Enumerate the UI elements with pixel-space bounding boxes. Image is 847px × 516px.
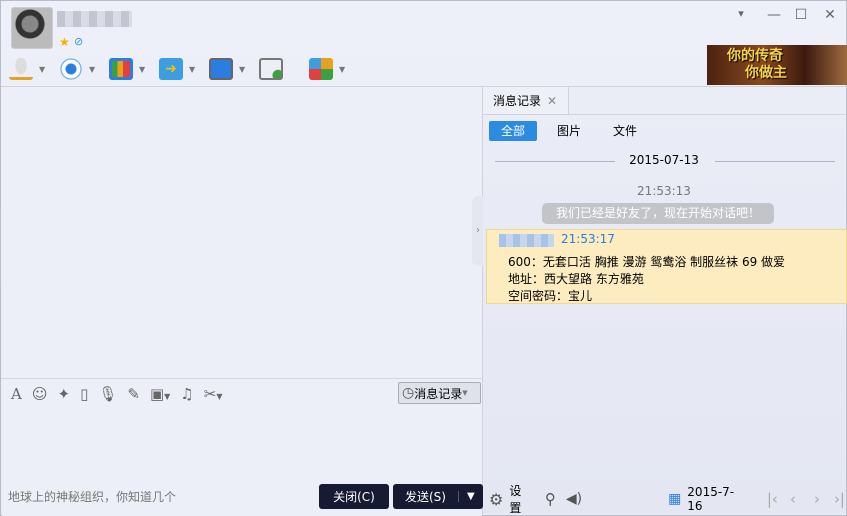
filter-files[interactable]: 文件: [601, 121, 649, 141]
history-label: 消息记录: [414, 386, 463, 401]
close-tab-icon[interactable]: ✕: [547, 94, 557, 108]
chat-window: ★ ⊘ ▾ — ☐ ✕ ▼ ▼ ▼ ➜ ▼ ▼ ▼ 你的传奇 你做主 › A ☺ ✦…: [0, 0, 847, 516]
chevron-down-icon: ▼: [39, 64, 46, 74]
chevron-down-icon: ▼: [189, 64, 196, 74]
next-page-icon[interactable]: ›: [814, 490, 820, 508]
settings-label[interactable]: 设置: [509, 482, 530, 516]
search-icon[interactable]: ⚲: [545, 490, 556, 508]
calendar-icon[interactable]: ▦: [668, 491, 681, 507]
filter-images[interactable]: 图片: [545, 121, 593, 141]
speaker-icon[interactable]: ◀): [566, 491, 582, 507]
font-icon[interactable]: A: [11, 385, 22, 403]
magic-wand-icon[interactable]: ✦: [57, 385, 70, 403]
system-message: 我们已经是好友了，现在开始对话吧！: [542, 203, 774, 224]
gear-icon[interactable]: ⚙: [489, 490, 503, 509]
ad-text: 你的传奇: [727, 48, 783, 64]
message-time: 21:53:17: [561, 232, 615, 246]
folder-icon: ➜: [159, 58, 183, 80]
star-icon[interactable]: ★: [59, 35, 70, 49]
message-line: 地址：西大望路 东方雅苑: [508, 272, 644, 286]
history-panel: 消息记录 ✕ 全部 图片 文件 2015-07-13 21:53:13 我们已经是…: [483, 87, 847, 516]
voice-message-icon[interactable]: 🎙: [98, 385, 117, 403]
close-window-button[interactable]: ✕: [820, 7, 840, 23]
previous-page-icon[interactable]: ‹: [790, 490, 796, 508]
create-group-button[interactable]: [259, 55, 309, 83]
date-header: 2015-07-13: [629, 153, 699, 167]
history-footer: ⚙ 设置 ⚲ ◀) ▦ 2015-7-16 |‹ ‹ › ›|: [483, 482, 845, 516]
file-transfer-button[interactable]: ➜ ▼: [159, 55, 209, 83]
tab-message-history[interactable]: 消息记录 ✕: [483, 87, 569, 114]
remote-assist-button[interactable]: ▼: [209, 55, 259, 83]
system-time: 21:53:13: [637, 184, 691, 198]
qzone-icon[interactable]: ⊘: [74, 35, 83, 48]
sender-name-blurred: [499, 234, 554, 247]
video-call-button[interactable]: ▼: [59, 55, 109, 83]
shake-icon[interactable]: ▯: [80, 385, 88, 403]
microphone-icon: [9, 58, 33, 80]
chevron-down-icon: ▼: [139, 64, 146, 74]
remote-screen-icon: [209, 58, 233, 80]
filter-all[interactable]: 全部: [489, 121, 538, 141]
tab-label: 消息记录: [493, 94, 542, 108]
monitor-chart-icon: [109, 58, 133, 80]
chevron-down-icon: ▼: [89, 64, 96, 74]
music-icon[interactable]: ♫: [180, 385, 193, 403]
image-icon[interactable]: ▣▼: [150, 385, 170, 403]
clock-icon: ◷: [402, 385, 415, 401]
signature-text: 地球上的神秘组织，你知道几个: [8, 490, 177, 504]
avatar[interactable]: [11, 7, 53, 49]
contact-name-blurred: [57, 11, 132, 27]
maximize-button[interactable]: ☐: [791, 7, 811, 23]
message-area: [2, 87, 482, 516]
screen-share-button[interactable]: ▼: [109, 55, 159, 83]
message-line: 600：无套口活 胸推 漫游 鸳鸯浴 制服丝袜 69 做爱: [508, 255, 786, 269]
ad-text: 你做主: [745, 65, 787, 81]
emoji-icon[interactable]: ☺: [32, 385, 48, 403]
apps-button[interactable]: ▼: [309, 55, 359, 83]
message-line: 空间密码：宝儿: [508, 289, 593, 303]
send-options-dropdown[interactable]: ▼: [457, 491, 475, 502]
ad-banner[interactable]: 你的传奇 你做主: [707, 45, 847, 85]
send-label: 发送(S): [405, 490, 446, 504]
toolbar: ▼ ▼ ▼ ➜ ▼ ▼ ▼: [9, 55, 359, 83]
apps-grid-icon: [309, 58, 333, 80]
divider: [483, 114, 845, 115]
edit-icon[interactable]: ✎: [127, 385, 140, 403]
close-button[interactable]: 关闭(C): [319, 484, 389, 509]
chat-add-icon: [259, 58, 283, 80]
screenshot-scissors-icon[interactable]: ✂▼: [204, 385, 223, 403]
first-page-icon[interactable]: |‹: [767, 490, 778, 508]
voice-call-button[interactable]: ▼: [9, 55, 59, 83]
webcam-icon: [59, 58, 83, 80]
last-page-icon[interactable]: ›|: [834, 490, 845, 508]
minimize-button[interactable]: —: [764, 7, 784, 23]
current-date[interactable]: 2015-7-16: [687, 485, 743, 513]
menu-button[interactable]: ▾: [731, 7, 751, 20]
chevron-down-icon: ▼: [339, 64, 346, 74]
send-button[interactable]: 发送(S) ▼: [393, 484, 483, 509]
message-item: 21:53:17 600：无套口活 胸推 漫游 鸳鸯浴 制服丝袜 69 做爱 地…: [486, 229, 847, 304]
message-history-button[interactable]: ◷ 消息记录 ▼: [398, 382, 481, 404]
chevron-down-icon: ▼: [239, 64, 246, 74]
